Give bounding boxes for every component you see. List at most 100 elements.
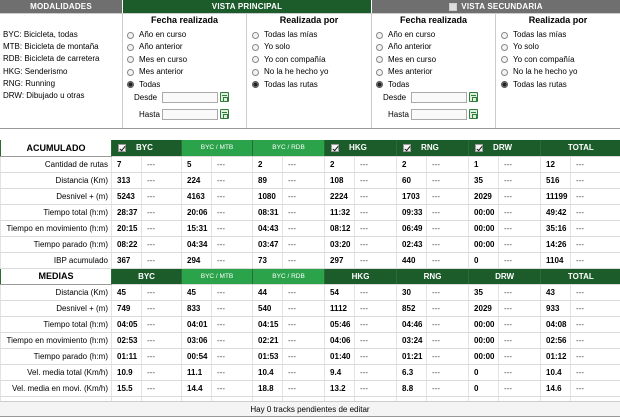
value-cell: 01:21 — [397, 348, 427, 364]
column-checkbox[interactable] — [118, 144, 126, 152]
column-header: BYC / RDB — [253, 140, 325, 156]
vp-fecha-option[interactable]: Año anterior — [127, 41, 183, 53]
vs-realizada-option[interactable]: Yo con compañía — [501, 54, 575, 66]
radio-button[interactable] — [127, 81, 134, 88]
column-checkbox[interactable] — [403, 144, 411, 152]
value-cell: 03:20 — [325, 236, 355, 252]
value-cell: 224 — [182, 172, 212, 188]
radio-button[interactable] — [252, 81, 259, 88]
vp-realizada-option-label: Yo con compañía — [264, 54, 326, 66]
vp-hasta-input[interactable] — [162, 109, 218, 120]
vp-fecha-option[interactable]: Mes en curso — [127, 54, 187, 66]
vs-hasta-calendar-icon[interactable] — [469, 109, 478, 119]
value-cell: 10.4 — [253, 364, 283, 380]
vs-fecha-option-label: Mes en curso — [388, 54, 436, 66]
vs-fecha-option[interactable]: Año en curso — [376, 29, 435, 41]
vp-realizada-option[interactable]: Todas las rutas — [252, 79, 318, 91]
radio-button[interactable] — [252, 44, 259, 51]
secondary-value-cell: --- — [499, 220, 541, 236]
radio-button[interactable] — [127, 56, 134, 63]
secondary-value-cell: --- — [283, 364, 325, 380]
secondary-value-cell: --- — [283, 156, 325, 172]
table-row: Tiempo parado (h:m)08:22---04:34---03:47… — [1, 236, 620, 252]
vs-realizada-option[interactable]: Todas las rutas — [501, 79, 567, 91]
vs-fecha-option[interactable]: Mes anterior — [376, 66, 432, 78]
vp-realizada-option[interactable]: Todas las mías — [252, 29, 317, 41]
secondary-value-cell: --- — [283, 284, 325, 300]
radio-button[interactable] — [501, 32, 508, 39]
column-header-label: DRW — [493, 143, 512, 152]
vs-fecha-option[interactable]: Mes en curso — [376, 54, 436, 66]
vs-realizada-option[interactable]: No la he hecho yo — [501, 66, 578, 78]
radio-button[interactable] — [376, 32, 383, 39]
secondary-value-cell: --- — [355, 316, 397, 332]
secondary-value-cell: --- — [499, 236, 541, 252]
radio-button[interactable] — [376, 44, 383, 51]
column-checkbox[interactable] — [475, 144, 483, 152]
vs-hasta-input[interactable] — [411, 109, 467, 120]
radio-button[interactable] — [127, 32, 134, 39]
secondary-value-cell: --- — [355, 380, 397, 396]
value-cell: 297 — [325, 252, 355, 268]
secondary-value-cell: --- — [355, 236, 397, 252]
vs-desde-calendar-icon[interactable] — [469, 92, 478, 102]
vp-fecha-option[interactable]: Mes anterior — [127, 66, 183, 78]
radio-button[interactable] — [376, 69, 383, 76]
value-cell: 8.8 — [397, 380, 427, 396]
vp-fecha-option[interactable]: Año en curso — [127, 29, 186, 41]
column-checkbox[interactable] — [331, 144, 339, 152]
value-cell: 10.4 — [541, 364, 571, 380]
value-cell: 2 — [397, 156, 427, 172]
row-label: Cantidad de rutas — [1, 156, 112, 172]
vp-desde-calendar-icon[interactable] — [220, 92, 229, 102]
radio-button[interactable] — [252, 32, 259, 39]
vp-hasta-label: Hasta — [139, 110, 160, 119]
vs-realizada-option[interactable]: Todas las mías — [501, 29, 566, 41]
value-cell: 60 — [397, 172, 427, 188]
secondary-value-cell: --- — [571, 204, 620, 220]
radio-button[interactable] — [501, 44, 508, 51]
vs-desde-input[interactable] — [411, 92, 467, 103]
vs-fecha-option-label: Año anterior — [388, 41, 432, 53]
vp-desde-input[interactable] — [162, 92, 218, 103]
secondary-value-cell: --- — [499, 300, 541, 316]
radio-button[interactable] — [376, 81, 383, 88]
radio-button[interactable] — [501, 56, 508, 63]
radio-button[interactable] — [252, 56, 259, 63]
column-header-label: BYC / MTB — [201, 144, 234, 151]
column-header: HKG — [325, 140, 397, 156]
value-cell: 45 — [182, 284, 212, 300]
radio-button[interactable] — [501, 81, 508, 88]
secondary-value-cell: --- — [212, 284, 253, 300]
vs-fecha-option[interactable]: Todas — [376, 79, 409, 91]
vs-realizada-option[interactable]: Yo solo — [501, 41, 539, 53]
value-cell: 01:53 — [253, 348, 283, 364]
column-header-label: BYC — [138, 272, 155, 281]
vp-hasta-calendar-icon[interactable] — [220, 109, 229, 119]
secondary-value-cell: --- — [355, 300, 397, 316]
vp-realizada-option[interactable]: Yo solo — [252, 41, 290, 53]
vp-fecha-option[interactable]: Todas — [127, 79, 160, 91]
value-cell: 1104 — [541, 252, 571, 268]
value-cell: 0 — [469, 380, 499, 396]
column-header: BYC — [112, 140, 182, 156]
row-label: Desnivel + (m) — [1, 300, 112, 316]
vs-fecha-option[interactable]: Año anterior — [376, 41, 432, 53]
row-label: Tiempo en movimiento (h:m) — [1, 332, 112, 348]
column-header-label: BYC / MTB — [201, 273, 234, 280]
vp-realizada-option[interactable]: No la he hecho yo — [252, 66, 329, 78]
radio-button[interactable] — [376, 56, 383, 63]
secondary-value-cell: --- — [571, 348, 620, 364]
radio-button[interactable] — [252, 69, 259, 76]
table-row: Distancia (Km)45---45---44---54---30---3… — [1, 284, 620, 300]
radio-button[interactable] — [501, 69, 508, 76]
value-cell: 15:31 — [182, 220, 212, 236]
vista-secundaria-header[interactable]: VISTA SECUNDARIA — [372, 0, 620, 13]
radio-button[interactable] — [127, 69, 134, 76]
vista-secundaria-checkbox[interactable] — [449, 3, 457, 11]
vp-realizada-option[interactable]: Yo con compañía — [252, 54, 326, 66]
secondary-value-cell: --- — [427, 332, 469, 348]
secondary-value-cell: --- — [427, 188, 469, 204]
radio-button[interactable] — [127, 44, 134, 51]
value-cell: 313 — [112, 172, 142, 188]
